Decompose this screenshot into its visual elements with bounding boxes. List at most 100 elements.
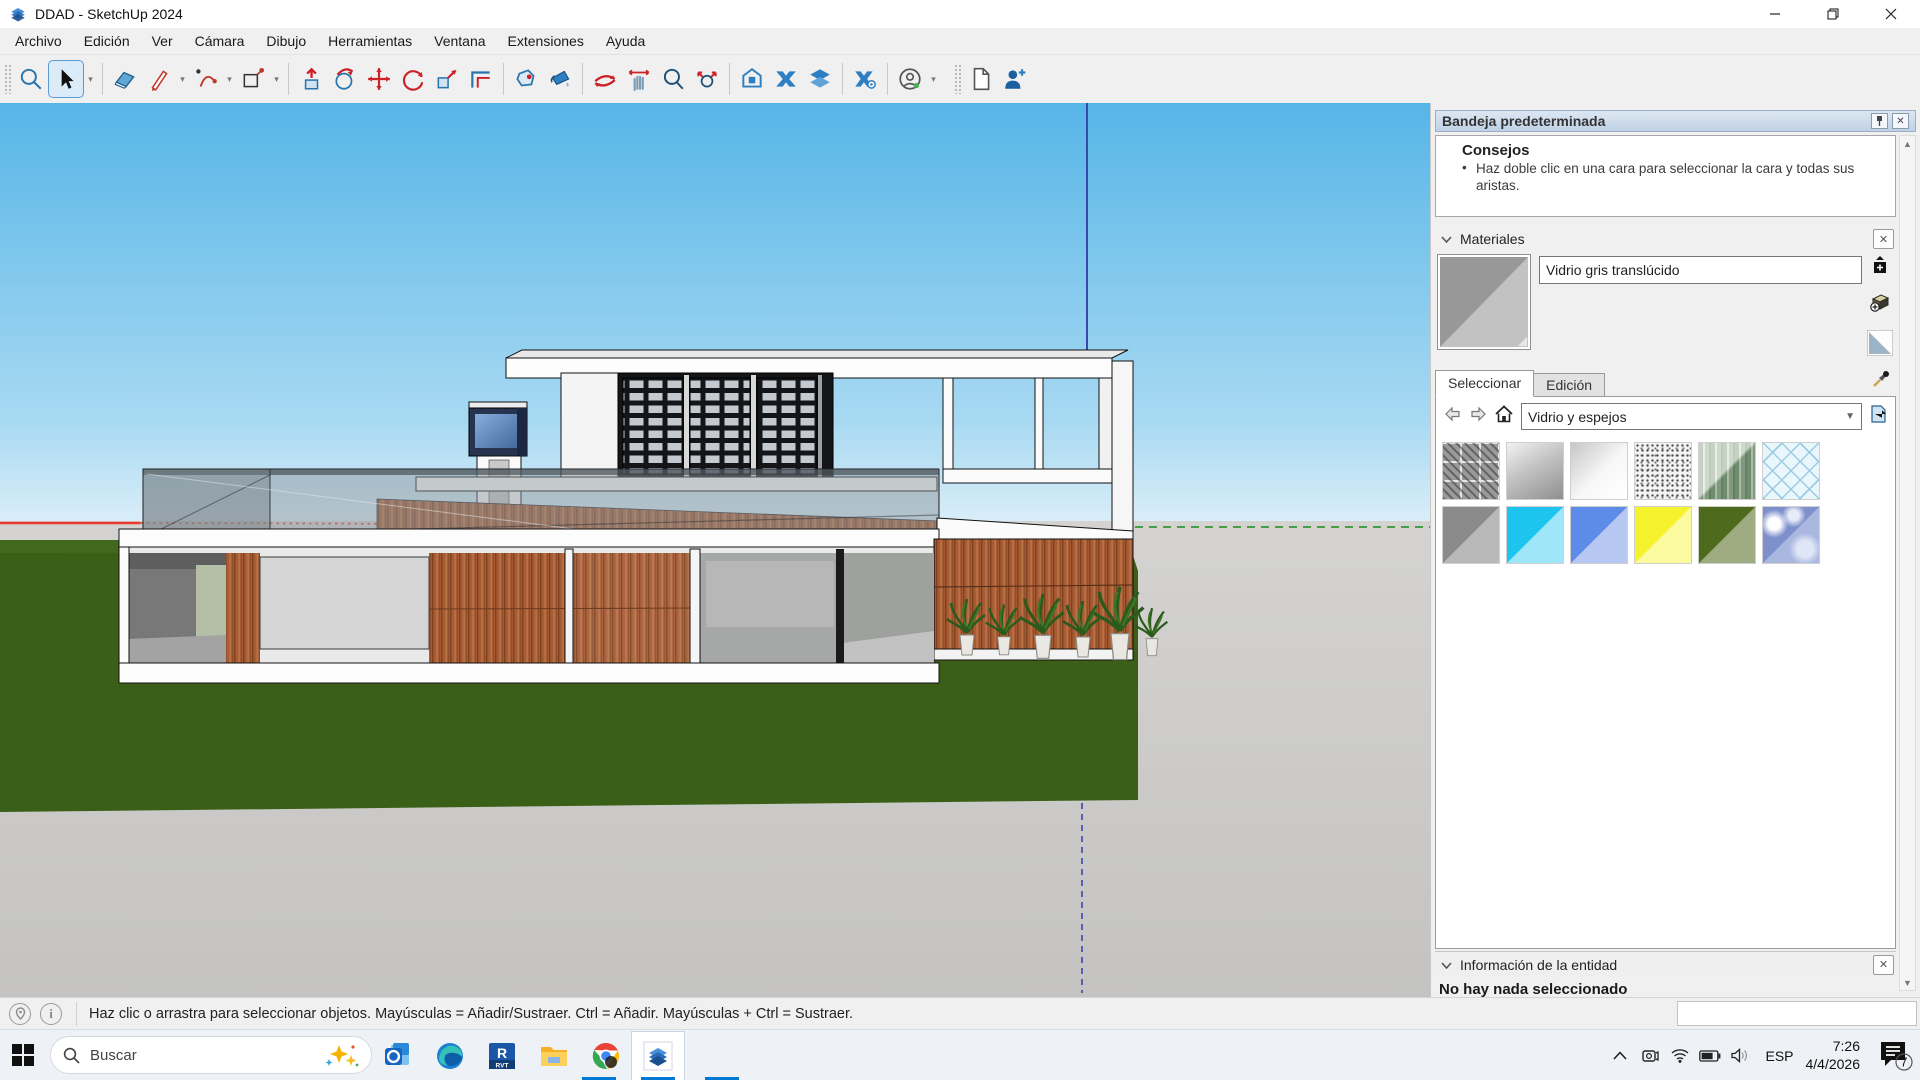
thumbnail-resize-handle[interactable] bbox=[1518, 337, 1527, 346]
minimize-button[interactable] bbox=[1746, 0, 1804, 28]
new-file-button[interactable] bbox=[964, 60, 998, 98]
material-swatch[interactable] bbox=[1442, 506, 1500, 564]
toolbar-grip[interactable] bbox=[4, 64, 12, 94]
scroll-up-icon[interactable]: ▲ bbox=[1900, 136, 1915, 151]
push-pull-tool-button[interactable] bbox=[294, 60, 328, 98]
taskbar-app-chrome[interactable] bbox=[580, 1032, 632, 1080]
eyedropper-icon[interactable] bbox=[1872, 370, 1890, 393]
select-dropdown[interactable]: ▾ bbox=[84, 60, 97, 98]
home-icon[interactable] bbox=[1494, 405, 1514, 428]
geolocation-icon[interactable] bbox=[9, 1003, 31, 1025]
material-swatch[interactable] bbox=[1634, 506, 1692, 564]
paint-bucket-tool-button[interactable] bbox=[543, 60, 577, 98]
styles-stack-button[interactable] bbox=[803, 60, 837, 98]
secondary-pane-icon[interactable] bbox=[1872, 256, 1888, 279]
collapse-chevron-icon[interactable] bbox=[1441, 230, 1452, 248]
3d-warehouse-button[interactable] bbox=[735, 60, 769, 98]
taskbar-app-file-explorer[interactable] bbox=[528, 1032, 580, 1080]
follow-me-tool-button[interactable] bbox=[328, 60, 362, 98]
materials-close-icon[interactable]: ✕ bbox=[1873, 229, 1894, 249]
material-swatch[interactable] bbox=[1762, 442, 1820, 500]
material-swatch[interactable] bbox=[1506, 506, 1564, 564]
tray-close-icon[interactable]: ✕ bbox=[1892, 113, 1909, 129]
collection-dropdown[interactable]: Vidrio y espejos ▼ bbox=[1521, 403, 1862, 430]
tray-scrollbar[interactable]: ▲ ▼ bbox=[1899, 135, 1916, 991]
hidden-icons-chevron-icon[interactable] bbox=[1607, 1051, 1633, 1060]
entity-collapse-chevron-icon[interactable] bbox=[1441, 956, 1452, 974]
language-indicator[interactable]: ESP bbox=[1765, 1048, 1793, 1064]
account-dropdown[interactable]: ▾ bbox=[927, 60, 940, 98]
menu-ver[interactable]: Ver bbox=[141, 29, 184, 53]
taskbar-search[interactable]: Buscar bbox=[50, 1036, 372, 1074]
notification-center-icon[interactable]: 7 bbox=[1874, 1040, 1918, 1072]
taskbar-app-revit[interactable]: RRVT bbox=[476, 1032, 528, 1080]
back-arrow-icon[interactable] bbox=[1444, 406, 1462, 427]
line-dropdown[interactable]: ▾ bbox=[176, 60, 189, 98]
menu-ayuda[interactable]: Ayuda bbox=[595, 29, 656, 53]
menu-ventana[interactable]: Ventana bbox=[423, 29, 496, 53]
taskbar-clock[interactable]: 7:26 4/4/2026 bbox=[1806, 1038, 1861, 1073]
taskbar-app-sketchup[interactable] bbox=[632, 1032, 684, 1080]
battery-icon[interactable] bbox=[1697, 1050, 1723, 1062]
material-swatch[interactable] bbox=[1442, 442, 1500, 500]
material-swatch[interactable] bbox=[1570, 506, 1628, 564]
menu-camara[interactable]: Cámara bbox=[184, 29, 256, 53]
arcs-dropdown[interactable]: ▾ bbox=[223, 60, 236, 98]
zoom-tool-button[interactable] bbox=[656, 60, 690, 98]
tab-seleccionar[interactable]: Seleccionar bbox=[1435, 370, 1534, 397]
default-material-swatch[interactable] bbox=[1867, 330, 1893, 361]
volume-icon[interactable] bbox=[1727, 1048, 1753, 1063]
tray-header[interactable]: Bandeja predeterminada ✕ bbox=[1435, 110, 1916, 132]
info-icon[interactable]: i bbox=[40, 1003, 62, 1025]
material-name-input[interactable] bbox=[1539, 256, 1862, 284]
material-swatch[interactable] bbox=[1698, 442, 1756, 500]
extension-manager-button[interactable] bbox=[848, 60, 882, 98]
scroll-down-icon[interactable]: ▼ bbox=[1900, 975, 1915, 990]
material-swatch[interactable] bbox=[1506, 442, 1564, 500]
shapes-tool-button[interactable] bbox=[236, 60, 270, 98]
toolbar-grip-2[interactable] bbox=[954, 64, 962, 94]
material-thumbnail[interactable] bbox=[1437, 254, 1531, 350]
menu-extensiones[interactable]: Extensiones bbox=[497, 29, 595, 53]
eraser-tool-button[interactable] bbox=[108, 60, 142, 98]
line-tool-button[interactable] bbox=[142, 60, 176, 98]
menu-dibujo[interactable]: Dibujo bbox=[255, 29, 317, 53]
sample-paint-icon[interactable] bbox=[1869, 404, 1889, 429]
arcs-tool-button[interactable] bbox=[189, 60, 223, 98]
move-tool-button[interactable] bbox=[362, 60, 396, 98]
create-material-icon[interactable] bbox=[1869, 291, 1891, 318]
measurements-box[interactable] bbox=[1677, 1001, 1917, 1026]
menu-edicion[interactable]: Edición bbox=[73, 29, 141, 53]
entity-info-close-icon[interactable]: ✕ bbox=[1873, 955, 1894, 975]
material-swatch[interactable] bbox=[1570, 442, 1628, 500]
extension-warehouse-button[interactable] bbox=[769, 60, 803, 98]
model-viewport[interactable] bbox=[0, 103, 1430, 997]
menu-archivo[interactable]: Archivo bbox=[4, 29, 73, 53]
material-swatch[interactable] bbox=[1634, 442, 1692, 500]
restore-button[interactable] bbox=[1804, 0, 1862, 28]
add-collaborator-button[interactable] bbox=[998, 60, 1032, 98]
account-button[interactable] bbox=[893, 60, 927, 98]
wifi-icon[interactable] bbox=[1667, 1048, 1693, 1063]
offset-tool-button[interactable] bbox=[464, 60, 498, 98]
zoom-extents-tool-button[interactable] bbox=[690, 60, 724, 98]
tab-edicion[interactable]: Edición bbox=[1534, 373, 1605, 397]
taskbar-app-edge[interactable] bbox=[424, 1032, 476, 1080]
close-button[interactable] bbox=[1862, 0, 1920, 28]
select-tool-button[interactable] bbox=[48, 60, 84, 98]
taskbar-app-outlook[interactable] bbox=[372, 1032, 424, 1080]
pan-tool-button[interactable] bbox=[622, 60, 656, 98]
entity-info-header[interactable]: Información de la entidad ✕ bbox=[1435, 951, 1896, 977]
tape-measure-tool-button[interactable] bbox=[509, 60, 543, 98]
materials-section-header[interactable]: Materiales ✕ bbox=[1435, 226, 1896, 252]
screen-cast-icon[interactable] bbox=[1637, 1048, 1663, 1064]
forward-arrow-icon[interactable] bbox=[1469, 406, 1487, 427]
search-tool-button[interactable] bbox=[14, 60, 48, 98]
menu-herramientas[interactable]: Herramientas bbox=[317, 29, 423, 53]
start-button[interactable] bbox=[0, 1030, 46, 1080]
material-swatch[interactable] bbox=[1762, 506, 1820, 564]
scale-tool-button[interactable] bbox=[430, 60, 464, 98]
orbit-tool-button[interactable] bbox=[588, 60, 622, 98]
rotate-tool-button[interactable] bbox=[396, 60, 430, 98]
shapes-dropdown[interactable]: ▾ bbox=[270, 60, 283, 98]
